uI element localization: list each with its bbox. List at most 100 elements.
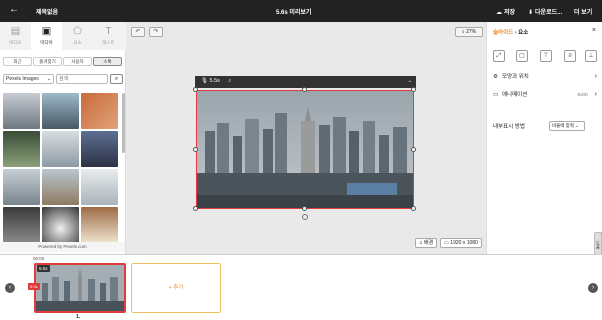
- stock-thumbnail[interactable]: [42, 93, 79, 129]
- breadcrumb-element: 요소: [518, 30, 529, 36]
- text-icon: T: [105, 26, 112, 37]
- element-duration[interactable]: 🎙 5.5s: [201, 78, 220, 84]
- scale-mode-label: 내부표시 방법: [493, 124, 525, 130]
- chevron-right-icon: ›: [594, 91, 597, 98]
- tab-text[interactable]: T 텍스트: [93, 22, 124, 50]
- align-toolbar: ⤢ ▢ ⊤ ≡ ⊥: [493, 50, 597, 62]
- timeline-prev-button[interactable]: ‹: [5, 283, 15, 293]
- stock-thumbnail[interactable]: [81, 131, 118, 167]
- download-button[interactable]: ⬇ 다운로드...: [528, 7, 562, 16]
- stock-thumbnail[interactable]: [42, 169, 79, 205]
- resize-handle[interactable]: [411, 206, 416, 211]
- resize-handle[interactable]: [302, 87, 307, 92]
- rotate-handle[interactable]: [302, 214, 308, 220]
- subtab-favorites[interactable]: 즐겨찾기: [33, 57, 62, 66]
- clip-duration: 5.5s: [37, 265, 50, 272]
- chevron-down-icon[interactable]: ⌄: [408, 78, 412, 84]
- search-input[interactable]: 검색: [56, 74, 108, 84]
- cloud-icon: ☁: [496, 10, 502, 16]
- prop-animation-value: auto: [577, 92, 588, 98]
- zoom-icon: ⌕: [461, 29, 465, 35]
- screen-icon: ▭: [444, 240, 449, 246]
- stock-thumbnail[interactable]: [42, 131, 79, 167]
- align-bottom-icon[interactable]: ⊥: [585, 50, 597, 62]
- stock-thumbnail[interactable]: [3, 131, 40, 167]
- resize-handle[interactable]: [302, 206, 307, 211]
- breadcrumb: 슬라이드 › 요소: [493, 28, 528, 36]
- align-middle-icon[interactable]: ≡: [564, 50, 576, 62]
- save-label: 저장: [504, 10, 516, 16]
- stock-thumbnail[interactable]: [3, 169, 40, 205]
- scale-mode-select[interactable]: 비율에 맞춰 ⌄: [549, 121, 585, 131]
- add-clip-button[interactable]: + 추가: [131, 263, 221, 313]
- source-select[interactable]: Pexels Images ⌄: [3, 74, 54, 84]
- breadcrumb-slide[interactable]: 슬라이드: [493, 30, 513, 36]
- prop-animation[interactable]: ▭ 애니메이션 auto ›: [493, 90, 597, 100]
- position-icon: ⚙: [493, 74, 498, 80]
- resize-handle[interactable]: [193, 87, 198, 92]
- film-icon: ▤: [10, 26, 21, 37]
- align-top-icon[interactable]: ⊤: [540, 50, 552, 62]
- tab-elements-label: 요소: [73, 40, 82, 45]
- subtab-user[interactable]: 사용자: [63, 57, 92, 66]
- save-button[interactable]: ☁ 저장: [496, 7, 515, 16]
- tab-elements[interactable]: ⬠ 요소: [62, 22, 93, 50]
- resize-handle[interactable]: [193, 147, 198, 152]
- clip-badge: 5.0s: [28, 283, 40, 290]
- stock-thumbnail[interactable]: [81, 207, 118, 243]
- element-duration-value: 5.5s: [209, 78, 220, 84]
- powered-by[interactable]: Powered by Pexels.com: [0, 242, 125, 252]
- clip-number: 1.: [76, 314, 81, 320]
- shapes-icon: ⬠: [73, 26, 82, 37]
- undo-button[interactable]: ↶: [131, 27, 145, 37]
- download-label: 다운로드...: [535, 10, 563, 16]
- voice-icon[interactable]: ♪: [228, 78, 231, 84]
- undo-icon: ↶: [135, 29, 141, 35]
- back-arrow-icon[interactable]: ←: [9, 5, 19, 15]
- scale-mode-value: 비율에 맞춰: [552, 123, 574, 128]
- search-button[interactable]: ⌕: [110, 74, 123, 84]
- stock-thumbnail[interactable]: [3, 93, 40, 129]
- tab-media[interactable]: ▣ 미디어: [31, 22, 62, 50]
- more-button[interactable]: 더 보기: [574, 7, 592, 16]
- timeline-next-button[interactable]: ›: [588, 283, 598, 293]
- fit-icon[interactable]: ⤢: [493, 50, 505, 62]
- top-bar: ← 제목없음 5.6s 미리보기 ☁ 저장 ⬇ 다운로드... 더 보기: [0, 0, 602, 22]
- prop-shape-position[interactable]: ⚙ 모양과 위치 ›: [493, 72, 597, 82]
- resolution-button[interactable]: ▭ 1920 x 1080: [440, 238, 482, 248]
- chevron-down-icon: ⌄: [575, 123, 579, 128]
- redo-button[interactable]: ↷: [149, 27, 163, 37]
- close-icon[interactable]: ×: [592, 27, 596, 34]
- animation-icon: ▭: [493, 92, 499, 98]
- prop-shape-position-label: 모양과 위치: [502, 74, 529, 80]
- tab-media-label: 미디어: [40, 40, 53, 45]
- resize-handle[interactable]: [411, 87, 416, 92]
- tab-video[interactable]: ▤ 비디오: [0, 22, 31, 50]
- stock-thumbnail[interactable]: [42, 207, 79, 243]
- left-panel: ▤ 비디오 ▣ 미디어 ⬠ 요소 T 텍스트 최근 즐겨찾기 사용자 스톡 Pe…: [0, 22, 126, 254]
- zoom-value: 27%: [466, 29, 477, 35]
- music-icon: ♫: [418, 240, 423, 246]
- zoom-control[interactable]: ⌕ 27%: [455, 27, 483, 37]
- stock-thumbnail[interactable]: [3, 207, 40, 243]
- preview-title[interactable]: 5.6s 미리보기: [276, 7, 311, 16]
- arrow-left-icon: ‹: [8, 284, 12, 291]
- stock-thumbnail[interactable]: [81, 93, 118, 129]
- subtab-recent[interactable]: 최근: [3, 57, 32, 66]
- chevron-right-icon: ›: [594, 73, 597, 80]
- arrow-right-icon: ›: [591, 284, 595, 291]
- subtab-stock[interactable]: 스톡: [93, 57, 122, 66]
- background-label: 배경: [423, 240, 434, 246]
- media-filter: Pexels Images ⌄ 검색 ⌕: [3, 74, 123, 84]
- selected-image-element[interactable]: [196, 90, 414, 209]
- fill-icon[interactable]: ▢: [516, 50, 528, 62]
- resize-handle[interactable]: [193, 206, 198, 211]
- background-button[interactable]: ♫ 배경: [415, 238, 437, 248]
- prop-animation-label: 애니메이션: [502, 92, 528, 98]
- redo-icon: ↷: [153, 29, 159, 35]
- city-skyline-image: [197, 91, 413, 208]
- panel-scrollbar[interactable]: [122, 93, 125, 153]
- document-title[interactable]: 제목없음: [36, 7, 58, 16]
- resize-handle[interactable]: [411, 147, 416, 152]
- stock-thumbnail[interactable]: [81, 169, 118, 205]
